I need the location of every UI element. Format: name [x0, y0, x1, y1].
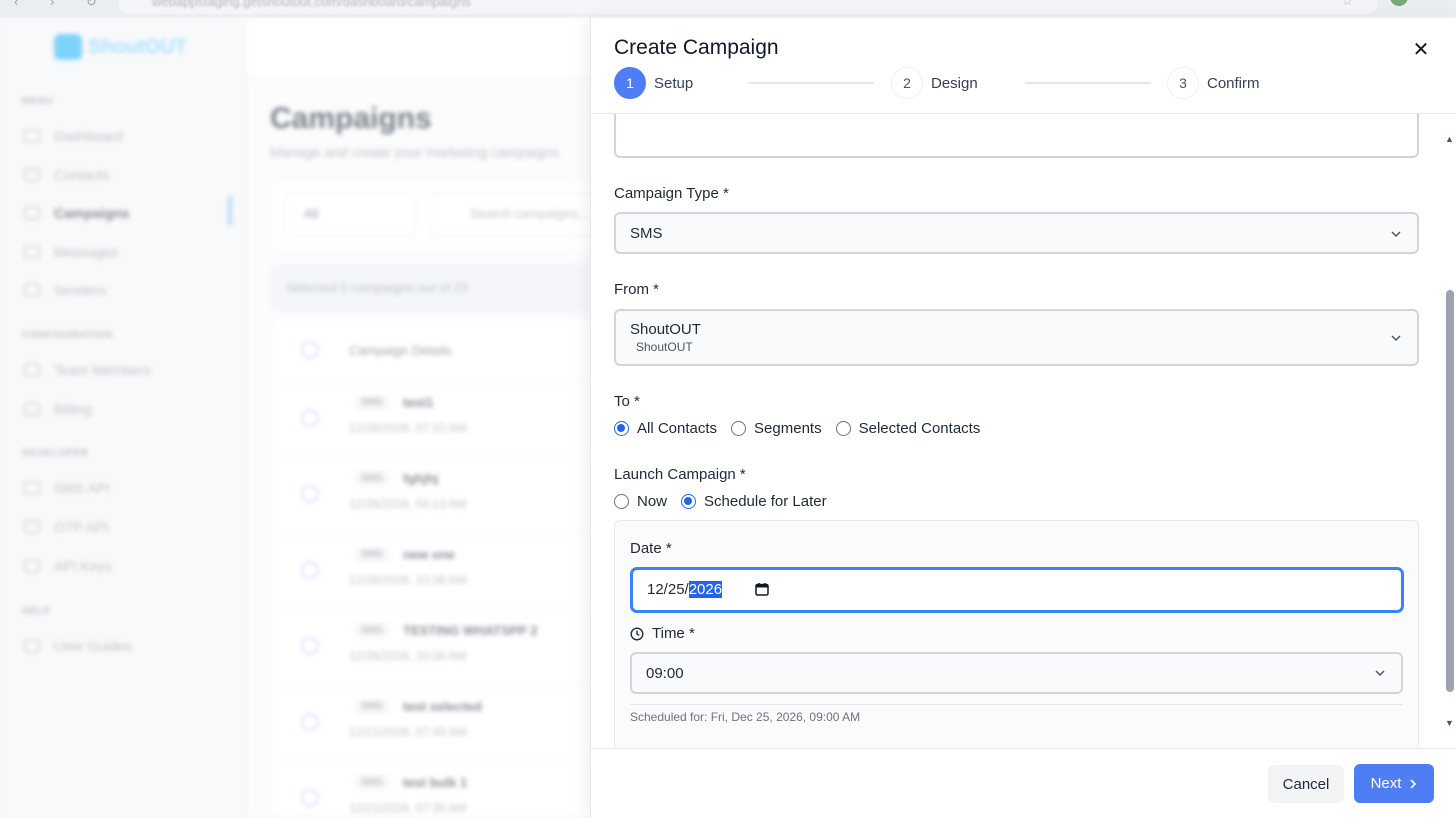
campaign-type-select[interactable]: SMS: [614, 212, 1419, 254]
radio-button[interactable]: [835, 421, 851, 436]
radio-schedule-later[interactable]: Schedule for Later: [681, 493, 827, 510]
to-label: To *: [614, 393, 640, 410]
drawer-body: Campaign Type * SMS From * ShoutOUT Shou…: [591, 114, 1456, 748]
to-radio-group: All Contacts Segments Selected Contacts: [614, 420, 994, 437]
scroll-up-arrow-icon[interactable]: ▲: [1445, 134, 1454, 144]
close-icon[interactable]: ✕: [1409, 38, 1433, 62]
step-setup: 1 Setup: [614, 67, 693, 99]
time-label-row: Time *: [630, 625, 695, 642]
scheduled-summary: Scheduled for: Fri, Dec 25, 2026, 09:00 …: [630, 710, 861, 724]
chevron-down-icon: [1375, 670, 1385, 677]
chevron-down-icon: [1391, 335, 1401, 342]
radio-button[interactable]: [614, 494, 629, 509]
drawer-header: Create Campaign ✕ 1 Setup 2 Design 3 Con…: [591, 18, 1456, 114]
scroll-down-arrow-icon[interactable]: ▼: [1445, 718, 1454, 728]
scrollbar-thumb[interactable]: [1446, 290, 1454, 692]
calendar-icon[interactable]: [755, 582, 769, 596]
date-input[interactable]: 12/25/2026: [630, 567, 1404, 613]
from-label: From *: [614, 281, 659, 298]
chevron-right-icon: [1410, 778, 1417, 789]
clock-icon: [630, 626, 644, 641]
radio-button[interactable]: [614, 421, 629, 436]
divider: [630, 704, 1403, 705]
drawer-footer: Cancel Next: [591, 748, 1456, 818]
create-campaign-drawer: Create Campaign ✕ 1 Setup 2 Design 3 Con…: [590, 18, 1456, 818]
step-connector: [1025, 82, 1151, 84]
step-connector: [748, 82, 874, 84]
radio-button[interactable]: [731, 421, 747, 436]
drawer-title: Create Campaign: [614, 36, 779, 59]
date-label: Date *: [630, 540, 672, 557]
radio-button[interactable]: [681, 494, 697, 509]
radio-segments[interactable]: Segments: [731, 420, 822, 437]
launch-radio-group: Now Schedule for Later: [614, 493, 841, 510]
chevron-down-icon: [1391, 231, 1401, 238]
previous-field[interactable]: [614, 114, 1419, 158]
radio-selected-contacts[interactable]: Selected Contacts: [835, 420, 980, 437]
stepper: 1 Setup 2 Design 3 Confirm: [614, 67, 1434, 99]
step-design: 2 Design: [891, 67, 978, 99]
time-select[interactable]: 09:00: [630, 652, 1403, 694]
campaign-type-label: Campaign Type *: [614, 185, 729, 202]
radio-all-contacts[interactable]: All Contacts: [614, 420, 717, 437]
next-button[interactable]: Next: [1354, 764, 1434, 803]
from-select[interactable]: ShoutOUT ShoutOUT: [614, 309, 1419, 366]
schedule-panel: Date * 12/25/2026 Time * 09:00 Scheduled…: [614, 520, 1419, 748]
launch-campaign-label: Launch Campaign *: [614, 466, 746, 483]
cancel-button[interactable]: Cancel: [1268, 765, 1344, 803]
step-confirm: 3 Confirm: [1167, 67, 1260, 99]
radio-now[interactable]: Now: [614, 493, 667, 510]
